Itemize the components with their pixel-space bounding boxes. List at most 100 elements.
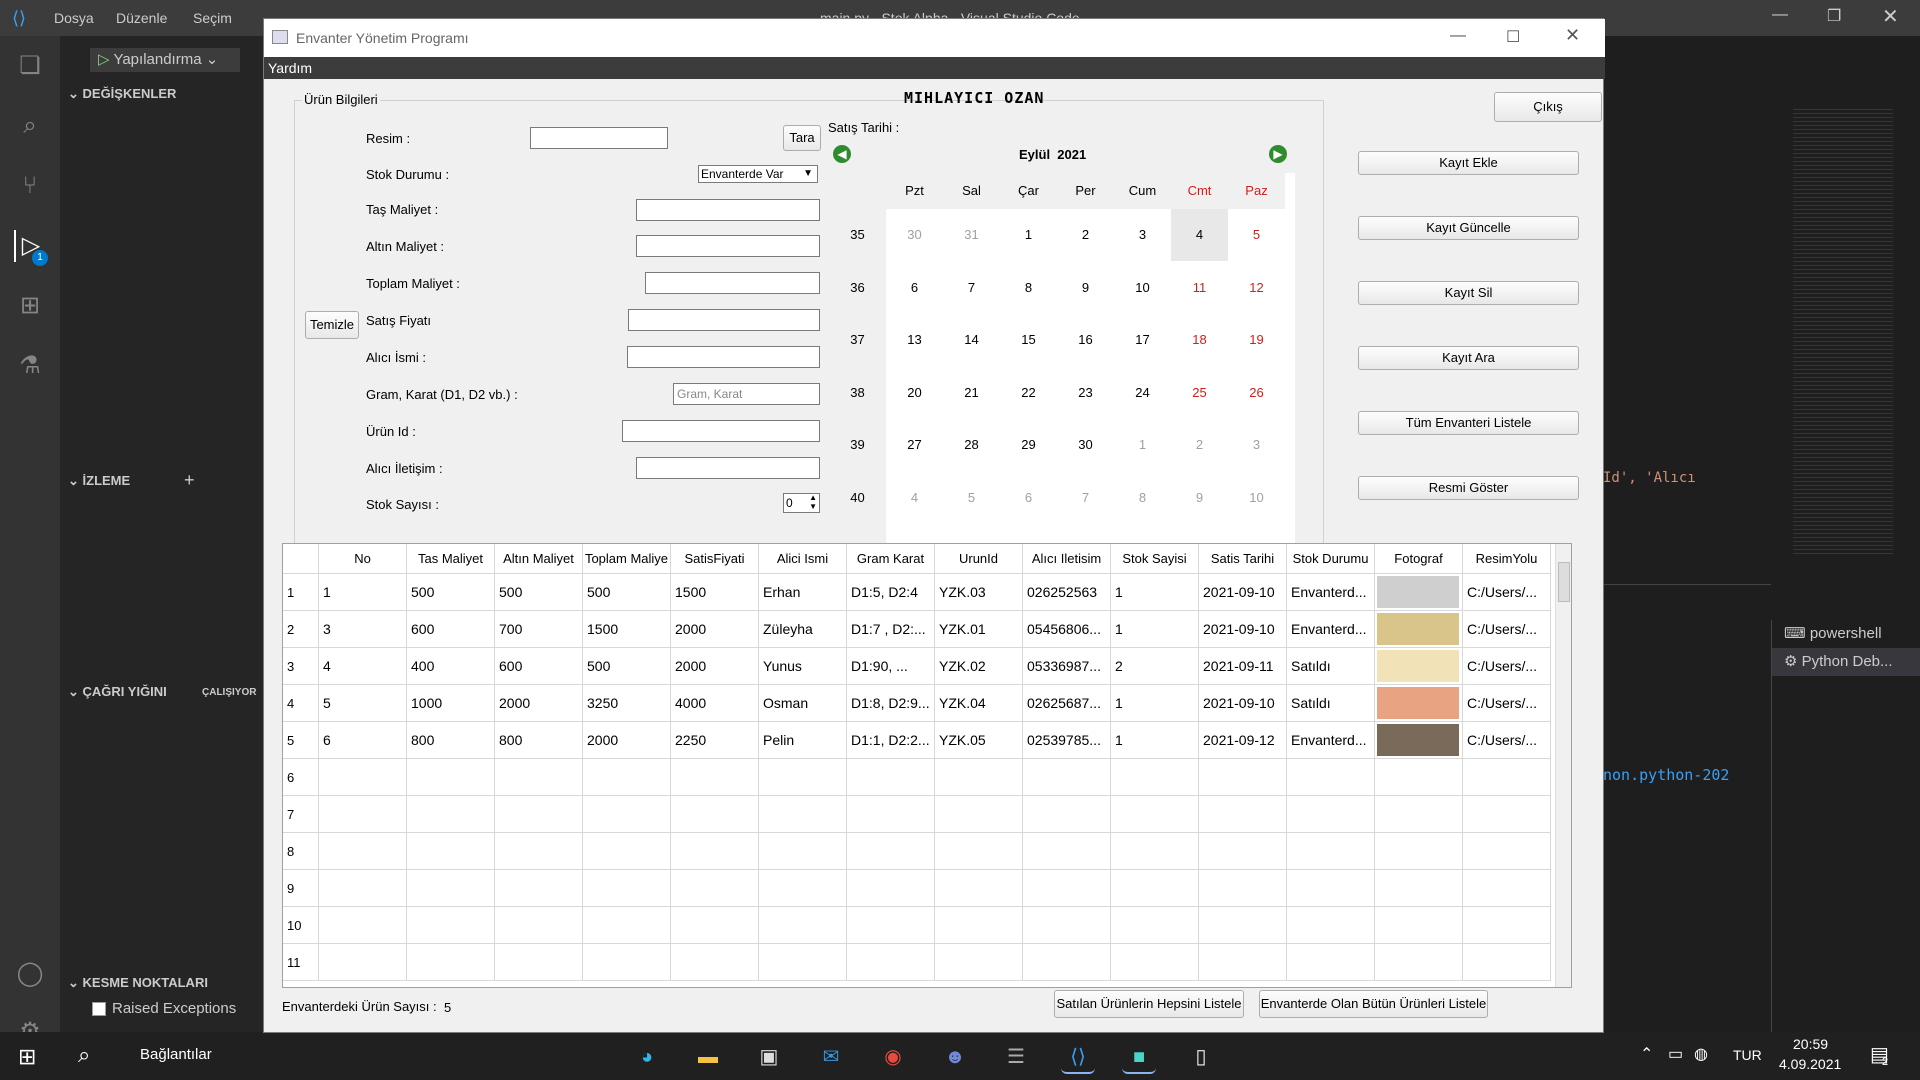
- empty-cell[interactable]: [495, 833, 583, 870]
- table-cell[interactable]: YZK.05: [935, 722, 1023, 759]
- table-cell[interactable]: C:/Users/...: [1463, 648, 1551, 685]
- calendar-day[interactable]: 24: [1114, 367, 1171, 419]
- table-cell[interactable]: 1: [1111, 611, 1199, 648]
- empty-cell[interactable]: [319, 796, 407, 833]
- table-cell[interactable]: 02539785...: [1023, 722, 1111, 759]
- table-cell[interactable]: 1: [1111, 574, 1199, 611]
- empty-cell[interactable]: [671, 796, 759, 833]
- table-cell[interactable]: D1:90, ...: [847, 648, 935, 685]
- empty-cell[interactable]: [847, 759, 935, 796]
- table-cell[interactable]: 6: [319, 722, 407, 759]
- table-cell[interactable]: D1:8, D2:9...: [847, 685, 935, 722]
- empty-cell[interactable]: [583, 833, 671, 870]
- empty-cell[interactable]: [847, 907, 935, 944]
- calendar-day[interactable]: 1: [1114, 419, 1171, 471]
- menu-duzenle[interactable]: Düzenle: [116, 10, 167, 26]
- empty-cell[interactable]: [1111, 870, 1199, 907]
- table-cell[interactable]: Satıldı: [1287, 685, 1375, 722]
- table-cell[interactable]: 600: [495, 648, 583, 685]
- scrollbar-thumb[interactable]: [1558, 562, 1570, 602]
- table-cell[interactable]: 4: [319, 648, 407, 685]
- calendar-day[interactable]: 19: [1228, 314, 1285, 366]
- variables-header[interactable]: ⌄ DEĞİŞKENLER: [68, 86, 176, 102]
- empty-cell[interactable]: [935, 796, 1023, 833]
- calendar-day[interactable]: 6: [1000, 472, 1057, 524]
- testing-icon[interactable]: ⚗: [14, 350, 46, 382]
- calendar-day[interactable]: 2: [1057, 209, 1114, 261]
- chrome-icon[interactable]: ◉: [876, 1040, 910, 1074]
- table-cell[interactable]: YZK.03: [935, 574, 1023, 611]
- table-cell[interactable]: 4000: [671, 685, 759, 722]
- empty-cell[interactable]: [671, 944, 759, 981]
- empty-cell[interactable]: [935, 870, 1023, 907]
- table-cell[interactable]: Envanterd...: [1287, 611, 1375, 648]
- table-cell[interactable]: Pelin: [759, 722, 847, 759]
- table-cell[interactable]: 1000: [407, 685, 495, 722]
- empty-cell[interactable]: [1287, 833, 1375, 870]
- empty-cell[interactable]: [1375, 759, 1463, 796]
- calendar-day[interactable]: 21: [943, 367, 1000, 419]
- calendar-day[interactable]: 8: [1000, 262, 1057, 314]
- table-cell[interactable]: YZK.04: [935, 685, 1023, 722]
- row-header[interactable]: 11: [283, 944, 319, 981]
- taskbar-search-label[interactable]: Bağlantılar: [140, 1046, 212, 1063]
- table-cell[interactable]: 2250: [671, 722, 759, 759]
- row-header[interactable]: 3: [283, 648, 319, 685]
- chevron-up-icon[interactable]: ⌃: [1640, 1044, 1653, 1064]
- empty-cell[interactable]: [495, 944, 583, 981]
- row-header[interactable]: 10: [283, 907, 319, 944]
- table-cell[interactable]: 500: [583, 574, 671, 611]
- empty-cell[interactable]: [1023, 796, 1111, 833]
- empty-cell[interactable]: [1463, 907, 1551, 944]
- app-maximize-icon[interactable]: ☐: [1506, 27, 1520, 47]
- table-cell[interactable]: 2021-09-12: [1199, 722, 1287, 759]
- calendar-day[interactable]: 5: [943, 472, 1000, 524]
- altin-maliyet-input[interactable]: [636, 235, 820, 257]
- calendar-day[interactable]: 11: [1171, 262, 1228, 314]
- exit-button[interactable]: Çıkış: [1494, 92, 1602, 122]
- empty-cell[interactable]: [847, 870, 935, 907]
- calendar-day[interactable]: 22: [1000, 367, 1057, 419]
- empty-cell[interactable]: [935, 833, 1023, 870]
- empty-cell[interactable]: [407, 833, 495, 870]
- menu-yardim[interactable]: Yardım: [268, 60, 312, 76]
- table-cell[interactable]: 2021-09-10: [1199, 611, 1287, 648]
- urun-id-input[interactable]: [622, 420, 820, 442]
- table-cell[interactable]: 2000: [671, 611, 759, 648]
- table-cell[interactable]: 400: [407, 648, 495, 685]
- empty-cell[interactable]: [407, 796, 495, 833]
- empty-cell[interactable]: [407, 870, 495, 907]
- empty-cell[interactable]: [319, 759, 407, 796]
- vscode-minimize-icon[interactable]: —: [1772, 6, 1788, 24]
- calendar-day[interactable]: 7: [943, 262, 1000, 314]
- table-cell[interactable]: Osman: [759, 685, 847, 722]
- table-cell[interactable]: 2021-09-10: [1199, 574, 1287, 611]
- temizle-button[interactable]: Temizle: [305, 311, 359, 339]
- search-icon[interactable]: ⌕: [78, 1042, 90, 1068]
- calendar-month-year[interactable]: Eylül 2021: [1019, 147, 1086, 162]
- explorer-icon[interactable]: ❏: [14, 50, 46, 82]
- menu-secim[interactable]: Seçim: [193, 10, 232, 26]
- alici-ismi-input[interactable]: [627, 346, 820, 368]
- empty-cell[interactable]: [1199, 759, 1287, 796]
- empty-cell[interactable]: [583, 870, 671, 907]
- calendar-day[interactable]: 3: [1114, 209, 1171, 261]
- empty-cell[interactable]: [1111, 944, 1199, 981]
- tara-button[interactable]: Tara: [783, 125, 821, 151]
- alici-iletisim-input[interactable]: [636, 457, 820, 479]
- column-header[interactable]: SatisFiyati: [671, 544, 759, 574]
- calendar-day[interactable]: 6: [886, 262, 943, 314]
- spin-arrows-icon[interactable]: ▲ ▼: [809, 493, 817, 511]
- empty-cell[interactable]: [583, 944, 671, 981]
- empty-cell[interactable]: [1463, 870, 1551, 907]
- row-header[interactable]: 8: [283, 833, 319, 870]
- empty-cell[interactable]: [1023, 833, 1111, 870]
- calendar-day[interactable]: 7: [1057, 472, 1114, 524]
- stok-sayisi-spinbox[interactable]: 0 ▲ ▼: [783, 493, 820, 513]
- empty-cell[interactable]: [935, 759, 1023, 796]
- column-header[interactable]: Toplam Maliye: [583, 544, 671, 574]
- calendar-day[interactable]: 28: [943, 419, 1000, 471]
- empty-cell[interactable]: [671, 870, 759, 907]
- resmi-goster-button[interactable]: Resmi Göster: [1358, 476, 1579, 500]
- table-cell[interactable]: Envanterd...: [1287, 574, 1375, 611]
